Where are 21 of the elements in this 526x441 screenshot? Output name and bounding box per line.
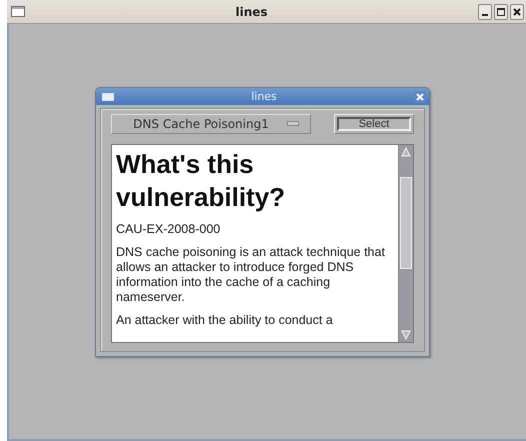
select-button[interactable]: Select — [334, 114, 414, 134]
minimize-button[interactable] — [478, 4, 492, 20]
close-icon[interactable] — [414, 90, 426, 102]
vulnerability-id: CAU-EX-2008-000 — [116, 222, 222, 237]
close-icon — [513, 8, 521, 16]
maximize-button[interactable] — [494, 4, 508, 20]
scroll-down-icon[interactable] — [400, 329, 412, 341]
paragraph: DNS cache poisoning is an attack technique that allows an attacker to introduce forged DNS information into the cache of a caching nameserver. — [116, 245, 386, 305]
close-button[interactable] — [510, 4, 524, 20]
dropdown-indicator-icon — [286, 121, 299, 127]
dialog-title: lines — [250, 90, 278, 103]
window-title: lines — [234, 4, 269, 18]
vulnerability-dropdown[interactable]: DNS Cache Poisoning1 — [111, 114, 311, 134]
paragraph: An attacker with the ability to conduct a — [116, 313, 334, 328]
scroll-up-icon[interactable] — [400, 146, 412, 158]
heading: What's this vulnerability? — [116, 148, 286, 214]
window-icon — [102, 92, 114, 100]
maximize-icon — [497, 8, 505, 16]
scrollbar[interactable] — [398, 145, 413, 342]
minimize-icon — [482, 14, 488, 16]
window-icon — [11, 6, 25, 17]
